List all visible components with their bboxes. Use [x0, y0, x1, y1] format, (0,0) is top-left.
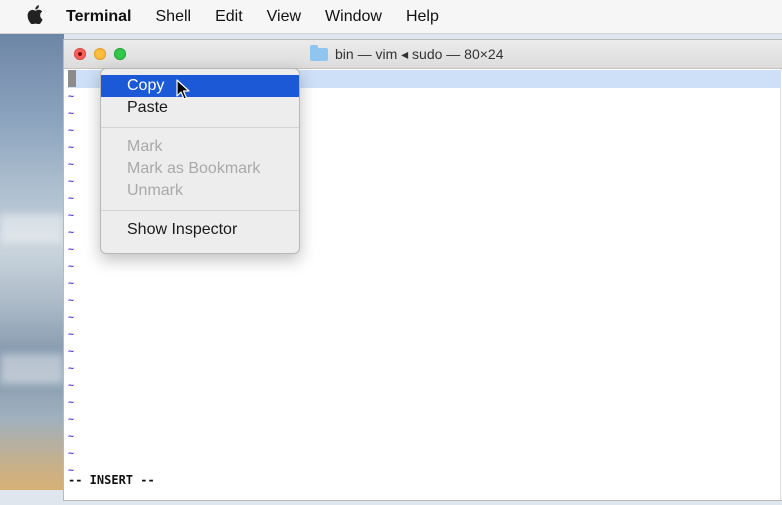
title-bar[interactable]: bin — vim ◂ sudo — 80×24 — [64, 40, 782, 69]
menu-separator — [101, 127, 299, 128]
empty-line-marker: ~ — [68, 448, 75, 459]
empty-line-marker: ~ — [68, 142, 75, 153]
menu-item-mark: Mark — [127, 138, 163, 155]
minimize-button[interactable] — [94, 48, 106, 60]
menu-terminal[interactable]: Terminal — [66, 0, 132, 34]
empty-line-marker: ~ — [68, 176, 75, 187]
empty-line-marker: ~ — [68, 210, 75, 221]
menu-view[interactable]: View — [267, 0, 301, 34]
empty-line-marker: ~ — [68, 278, 75, 289]
empty-line-marker: ~ — [68, 193, 75, 204]
folder-icon — [310, 44, 328, 61]
empty-line-marker: ~ — [68, 414, 75, 425]
empty-line-marker: ~ — [68, 108, 75, 119]
menu-item-mark-as-bookmark: Mark as Bookmark — [127, 160, 261, 177]
desktop-wallpaper — [0, 34, 64, 490]
menu-window[interactable]: Window — [325, 0, 382, 34]
empty-line-marker: ~ — [68, 244, 75, 255]
empty-line-marker: ~ — [68, 91, 75, 102]
menu-separator — [101, 210, 299, 211]
empty-line-marker: ~ — [68, 295, 75, 306]
maximize-button[interactable] — [114, 48, 126, 60]
empty-line-marker: ~ — [68, 380, 75, 391]
menu-item-copy[interactable]: Copy — [101, 75, 299, 97]
menu-item-show-inspector[interactable]: Show Inspector — [101, 219, 299, 241]
vim-mode-indicator: -- INSERT -- — [68, 473, 155, 487]
mouse-pointer-icon — [176, 79, 190, 101]
empty-line-marker: ~ — [68, 346, 75, 357]
menu-item-unmark: Unmark — [127, 182, 184, 199]
empty-line-marker: ~ — [68, 431, 75, 442]
text-cursor — [68, 70, 76, 87]
empty-line-marker: ~ — [68, 125, 75, 136]
window-title-group: bin — vim ◂ sudo — 80×24 — [310, 40, 504, 68]
close-button[interactable] — [74, 48, 86, 60]
empty-line-marker: ~ — [68, 397, 75, 408]
menu-item-paste[interactable]: Paste — [101, 97, 299, 119]
empty-line-marker: ~ — [68, 159, 75, 170]
menu-shell[interactable]: Shell — [156, 0, 192, 34]
empty-line-marker: ~ — [68, 329, 75, 340]
menu-help[interactable]: Help — [406, 0, 439, 34]
apple-icon[interactable] — [18, 4, 52, 29]
menu-bar: Terminal Shell Edit View Window Help — [0, 0, 782, 34]
empty-line-marker: ~ — [68, 261, 75, 272]
window-title: bin — vim ◂ sudo — 80×24 — [335, 45, 504, 62]
empty-line-marker: ~ — [68, 312, 75, 323]
empty-line-marker: ~ — [68, 363, 75, 374]
empty-line-marker: ~ — [68, 227, 75, 238]
menu-edit[interactable]: Edit — [215, 0, 243, 34]
context-menu: Copy Paste Mark Mark as Bookmark Unmark … — [100, 68, 300, 254]
